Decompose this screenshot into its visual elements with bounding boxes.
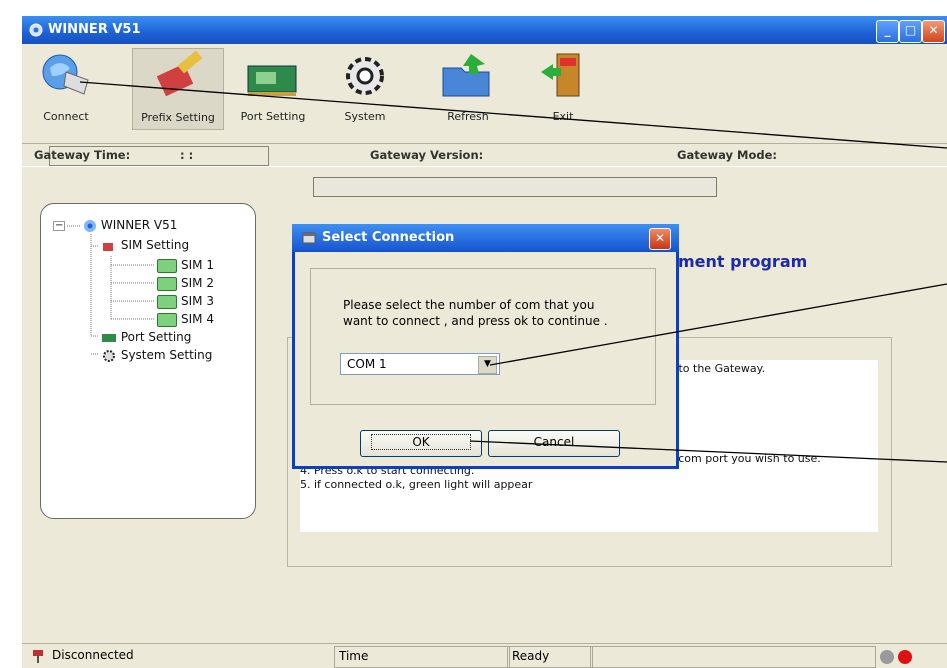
time-status: Time xyxy=(334,646,510,668)
status-bar: Disconnected Time Ready xyxy=(22,643,947,668)
ready-status: Ready xyxy=(507,646,593,668)
status-light-red xyxy=(898,650,912,664)
annotation-lines xyxy=(79,81,947,463)
disconnected-plug-icon xyxy=(33,650,43,663)
connection-status: Disconnected xyxy=(52,648,134,662)
status-light-gray xyxy=(880,650,894,664)
status-segment-empty xyxy=(590,646,876,668)
